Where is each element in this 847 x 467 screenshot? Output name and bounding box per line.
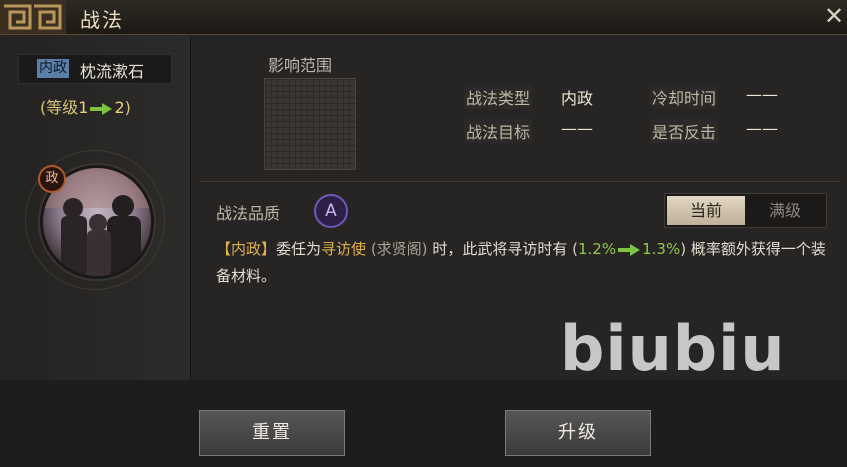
- cooldown-value: ——: [746, 85, 778, 104]
- level-to: 2: [114, 98, 125, 117]
- upgrade-button[interactable]: 升级: [505, 410, 651, 456]
- green-arrow-icon: [90, 102, 113, 115]
- skill-summary-panel: 内政 枕流漱石 (等级1 2) 政: [0, 35, 191, 380]
- desc-pct-to: 1.3%: [642, 240, 681, 258]
- title-ornament-icon: [0, 0, 66, 34]
- footer-bar: [0, 380, 847, 467]
- skill-name-box: 内政 枕流漱石: [18, 54, 172, 84]
- counterattack-label: 是否反击: [650, 119, 719, 143]
- desc-pct-from: 1.2%: [577, 240, 617, 258]
- close-icon[interactable]: ✕: [821, 4, 847, 30]
- desc-location: (求贤阁): [370, 240, 428, 258]
- title-bar: 战法 ✕: [0, 0, 847, 35]
- skill-target-value: ——: [561, 119, 593, 138]
- portrait-badge: 政: [38, 165, 66, 193]
- desc-close: ): [680, 240, 687, 258]
- desc-tag: 【内政】: [216, 240, 277, 258]
- tab-max-level[interactable]: 满级: [746, 196, 824, 225]
- counterattack-value: ——: [746, 119, 778, 138]
- desc-part2: 时，此武将寻访时有: [432, 240, 568, 258]
- range-label: 影响范围: [268, 56, 333, 75]
- skill-type-tag: 内政: [37, 59, 69, 78]
- skill-quality-label: 战法品质: [216, 204, 281, 223]
- section-divider: [200, 181, 840, 182]
- level-open: (等级: [40, 98, 79, 117]
- skill-level: (等级1 2): [40, 94, 131, 118]
- skill-target-label: 战法目标: [464, 119, 533, 143]
- green-arrow-icon: [618, 243, 641, 256]
- level-close: ): [124, 98, 131, 117]
- skill-type-value: 内政: [561, 89, 594, 108]
- desc-part1: 委任为: [276, 240, 322, 258]
- skill-name: 枕流漱石: [80, 62, 145, 81]
- window-title: 战法: [80, 8, 124, 32]
- quality-grade-badge: A: [314, 194, 348, 228]
- level-view-toggle: 当前 满级: [664, 193, 827, 228]
- watermark: biubiu: [560, 312, 786, 385]
- range-grid: [264, 78, 356, 170]
- tab-current-level[interactable]: 当前: [667, 196, 745, 225]
- skill-type-label: 战法类型: [464, 85, 533, 109]
- level-from: 1: [78, 98, 89, 117]
- reset-button[interactable]: 重置: [199, 410, 345, 456]
- desc-role: 寻访使: [321, 240, 367, 258]
- skill-description: 【内政】委任为寻访使 (求贤阁) 时，此武将寻访时有 (1.2% 1.3%) 概率…: [216, 236, 831, 290]
- cooldown-label: 冷却时间: [650, 85, 719, 109]
